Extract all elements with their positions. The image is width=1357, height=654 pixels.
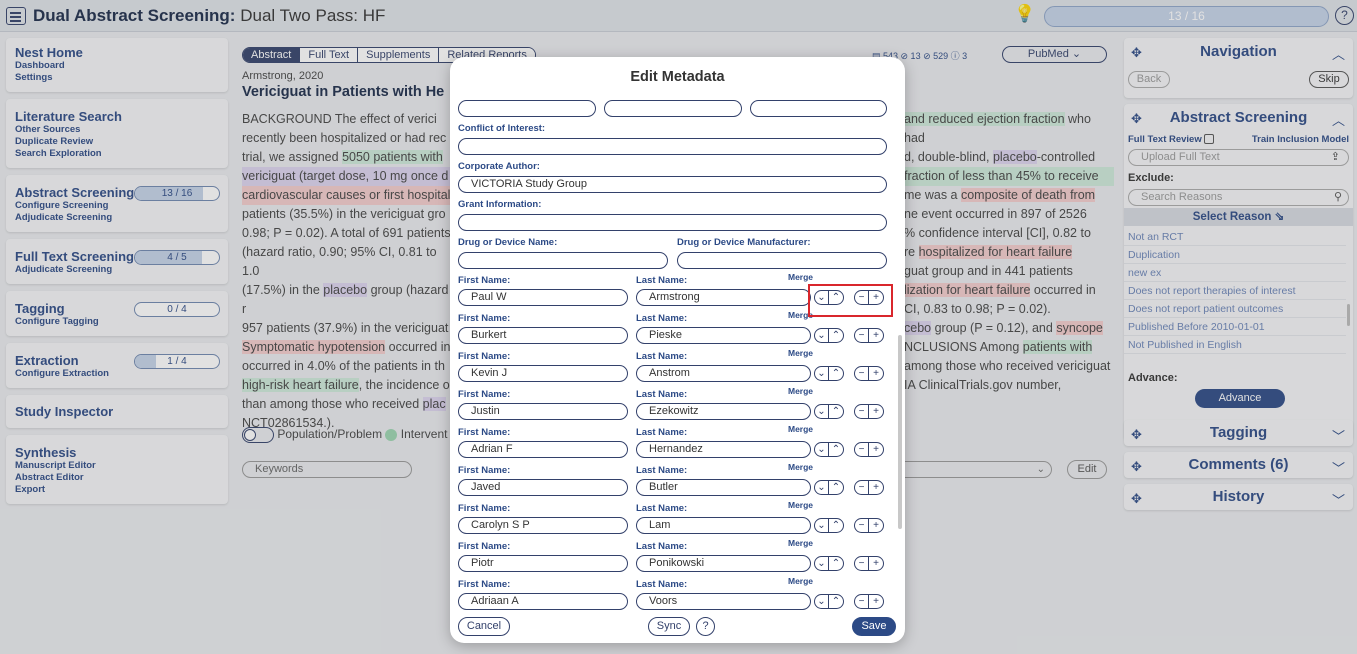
first-name-label: First Name:: [458, 275, 511, 286]
modal-footer: Cancel Sync ? Save: [450, 617, 905, 643]
last-name-label: Last Name:: [636, 579, 688, 590]
last-name-input[interactable]: Ponikowski: [636, 555, 811, 572]
first-name-input[interactable]: Justin: [458, 403, 628, 420]
add-author-icon[interactable]: +: [869, 442, 884, 457]
move-up-icon[interactable]: ⌃: [829, 366, 844, 381]
move-down-icon[interactable]: ⌄: [814, 366, 829, 381]
remove-author-icon[interactable]: −: [854, 556, 869, 571]
modal-title: Edit Metadata: [630, 69, 725, 85]
merge-label[interactable]: Merge: [788, 538, 813, 548]
merge-label[interactable]: Merge: [788, 500, 813, 510]
move-down-icon[interactable]: ⌄: [814, 556, 829, 571]
move-down-icon[interactable]: ⌄: [814, 518, 829, 533]
move-up-icon[interactable]: ⌃: [829, 404, 844, 419]
merge-label[interactable]: Merge: [788, 272, 813, 282]
last-name-input[interactable]: Anstrom: [636, 365, 811, 382]
last-name-label: Last Name:: [636, 389, 688, 400]
first-name-label: First Name:: [458, 465, 511, 476]
help-icon[interactable]: ?: [696, 617, 715, 636]
last-name-label: Last Name:: [636, 465, 688, 476]
first-name-input[interactable]: Kevin J: [458, 365, 628, 382]
merge-label[interactable]: Merge: [788, 462, 813, 472]
modal-body: Conflict of Interest: Corporate Author: …: [450, 95, 905, 617]
metadata-field[interactable]: [604, 100, 742, 117]
coi-label: Conflict of Interest:: [458, 123, 546, 134]
last-name-label: Last Name:: [636, 275, 688, 286]
remove-author-icon[interactable]: −: [854, 594, 869, 609]
last-name-input[interactable]: Hernandez: [636, 441, 811, 458]
edit-metadata-modal: Edit Metadata Conflict of Interest: Corp…: [450, 57, 905, 643]
modal-scrollbar[interactable]: [898, 335, 902, 529]
add-author-icon[interactable]: +: [869, 366, 884, 381]
first-name-input[interactable]: Burkert: [458, 327, 628, 344]
drug-manufacturer-label: Drug or Device Manufacturer:: [677, 237, 811, 248]
first-name-input[interactable]: Javed: [458, 479, 628, 496]
remove-author-icon[interactable]: −: [854, 518, 869, 533]
first-name-label: First Name:: [458, 313, 511, 324]
merge-label[interactable]: Merge: [788, 386, 813, 396]
move-up-icon[interactable]: ⌃: [829, 518, 844, 533]
first-name-label: First Name:: [458, 541, 511, 552]
cancel-button[interactable]: Cancel: [458, 617, 510, 636]
move-up-icon[interactable]: ⌃: [829, 442, 844, 457]
last-name-label: Last Name:: [636, 427, 688, 438]
last-name-input[interactable]: Ezekowitz: [636, 403, 811, 420]
move-down-icon[interactable]: ⌄: [814, 404, 829, 419]
move-down-icon[interactable]: ⌄: [814, 328, 829, 343]
grant-information-input[interactable]: [458, 214, 887, 231]
merge-label[interactable]: Merge: [788, 576, 813, 586]
remove-author-icon[interactable]: −: [854, 366, 869, 381]
sync-button[interactable]: Sync: [648, 617, 690, 636]
drug-name-label: Drug or Device Name:: [458, 237, 558, 248]
last-name-label: Last Name:: [636, 503, 688, 514]
move-down-icon[interactable]: ⌄: [814, 594, 829, 609]
add-author-icon[interactable]: +: [869, 328, 884, 343]
first-name-input[interactable]: Carolyn S P: [458, 517, 628, 534]
move-down-icon[interactable]: ⌄: [814, 442, 829, 457]
remove-author-icon[interactable]: −: [854, 328, 869, 343]
first-name-label: First Name:: [458, 427, 511, 438]
corporate-author-input[interactable]: VICTORIA Study Group: [458, 176, 887, 193]
remove-author-icon[interactable]: −: [854, 442, 869, 457]
first-name-label: First Name:: [458, 351, 511, 362]
merge-label[interactable]: Merge: [788, 424, 813, 434]
remove-author-icon[interactable]: −: [854, 480, 869, 495]
move-up-icon[interactable]: ⌃: [829, 594, 844, 609]
last-name-input[interactable]: Butler: [636, 479, 811, 496]
grant-label: Grant Information:: [458, 199, 542, 210]
last-name-label: Last Name:: [636, 541, 688, 552]
last-name-label: Last Name:: [636, 351, 688, 362]
conflict-of-interest-input[interactable]: [458, 138, 887, 155]
drug-manufacturer-input[interactable]: [677, 252, 887, 269]
first-name-label: First Name:: [458, 503, 511, 514]
last-name-label: Last Name:: [636, 313, 688, 324]
move-up-icon[interactable]: ⌃: [829, 480, 844, 495]
save-button[interactable]: Save: [852, 617, 896, 636]
move-down-icon[interactable]: ⌄: [814, 480, 829, 495]
add-author-icon[interactable]: +: [869, 556, 884, 571]
metadata-field[interactable]: [458, 100, 596, 117]
first-name-label: First Name:: [458, 579, 511, 590]
first-name-input[interactable]: Paul W: [458, 289, 628, 306]
first-name-label: First Name:: [458, 389, 511, 400]
add-author-icon[interactable]: +: [869, 480, 884, 495]
move-up-icon[interactable]: ⌃: [829, 556, 844, 571]
last-name-input[interactable]: Voors: [636, 593, 811, 610]
add-author-icon[interactable]: +: [869, 518, 884, 533]
drug-name-input[interactable]: [458, 252, 668, 269]
last-name-input[interactable]: Pieske: [636, 327, 811, 344]
merge-label[interactable]: Merge: [788, 348, 813, 358]
first-name-input[interactable]: Adrian F: [458, 441, 628, 458]
highlight-box: [808, 284, 893, 317]
remove-author-icon[interactable]: −: [854, 404, 869, 419]
corporate-author-label: Corporate Author:: [458, 161, 540, 172]
metadata-field[interactable]: [750, 100, 887, 117]
last-name-input[interactable]: Lam: [636, 517, 811, 534]
first-name-input[interactable]: Piotr: [458, 555, 628, 572]
first-name-input[interactable]: Adriaan A: [458, 593, 628, 610]
move-up-icon[interactable]: ⌃: [829, 328, 844, 343]
add-author-icon[interactable]: +: [869, 404, 884, 419]
add-author-icon[interactable]: +: [869, 594, 884, 609]
last-name-input[interactable]: Armstrong: [636, 289, 811, 306]
